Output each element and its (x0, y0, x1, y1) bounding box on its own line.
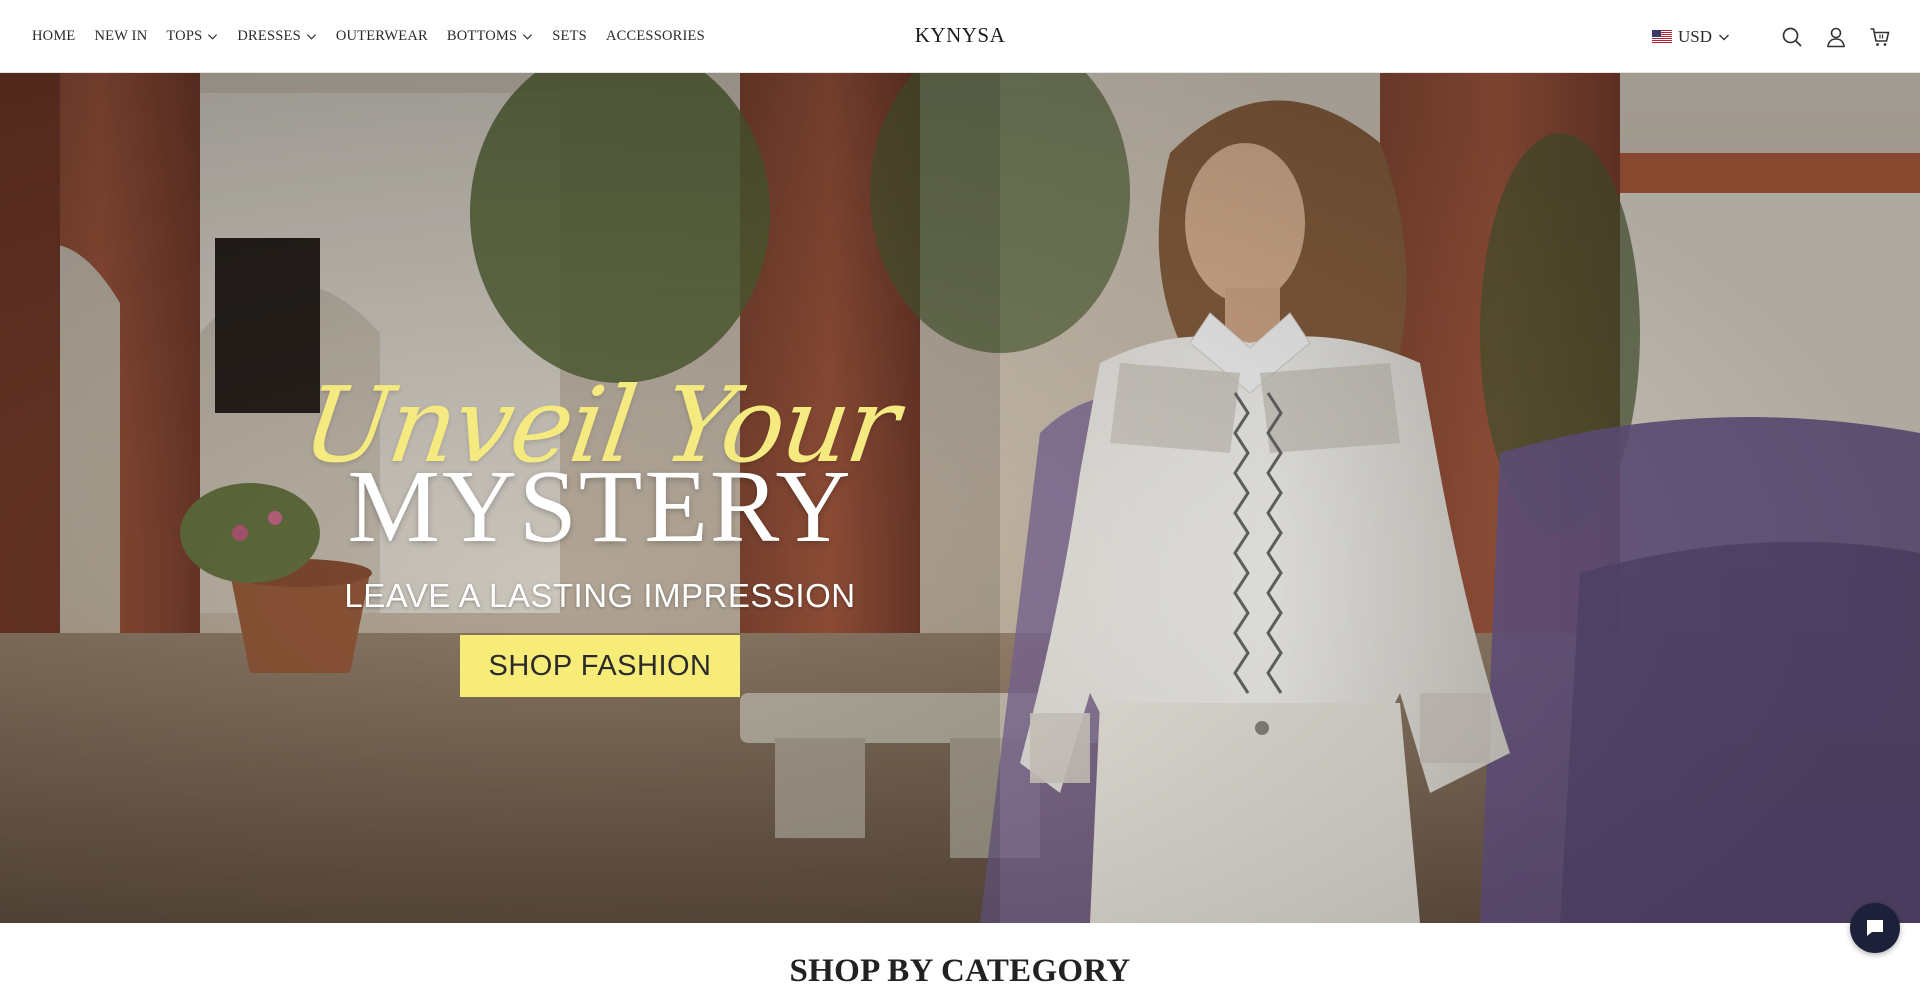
nav-item-label: NEW IN (94, 28, 148, 44)
nav-item-sets[interactable]: SETS (552, 28, 587, 45)
search-icon[interactable] (1780, 25, 1804, 49)
main-nav: HOME NEW IN TOPS DRESSES OUTERWEAR BOTTO… (32, 0, 724, 73)
cart-icon[interactable] (1868, 25, 1892, 49)
nav-item-outerwear[interactable]: OUTERWEAR (336, 28, 428, 45)
nav-item-new-in[interactable]: NEW IN (95, 28, 148, 45)
chat-icon (1867, 920, 1883, 936)
nav-item-accessories[interactable]: ACCESSORIES (606, 28, 705, 45)
nav-item-dresses[interactable]: DRESSES (237, 28, 316, 45)
hero-banner: Unveil Your MYSTERY LEAVE A LASTING IMPR… (0, 73, 1920, 923)
chevron-down-icon (523, 34, 533, 40)
currency-selector[interactable]: USD (1651, 26, 1730, 47)
account-icon[interactable] (1824, 25, 1848, 49)
chevron-down-icon (1719, 34, 1729, 40)
currency-label: USD (1677, 26, 1712, 46)
hero-text-block: Unveil Your MYSTERY LEAVE A LASTING IMPR… (296, 364, 904, 697)
nav-item-label: TOPS (166, 28, 203, 44)
nav-item-label: ACCESSORIES (605, 28, 705, 44)
nav-item-tops[interactable]: TOPS (166, 28, 218, 45)
nav-item-label: BOTTOMS (446, 28, 518, 44)
site-logo[interactable]: KYNYSA (915, 23, 1006, 47)
nav-item-label: SETS (552, 28, 587, 44)
nav-item-label: OUTERWEAR (335, 28, 428, 44)
nav-item-label: DRESSES (237, 28, 301, 44)
hero-tagline: LEAVE A LASTING IMPRESSION (344, 577, 856, 614)
shop-fashion-button[interactable]: SHOP FASHION (460, 635, 740, 697)
header-tools: USD (1651, 0, 1892, 73)
site-header: HOME NEW IN TOPS DRESSES OUTERWEAR BOTTO… (0, 0, 1920, 73)
nav-item-bottoms[interactable]: BOTTOMS (447, 28, 533, 45)
nav-item-home[interactable]: HOME (32, 28, 76, 45)
us-flag-icon (1651, 30, 1672, 43)
nav-item-label: HOME (32, 28, 76, 44)
hero-background-image (0, 73, 1920, 923)
shop-by-category-title: SHOP BY CATEGORY (789, 953, 1131, 989)
chevron-down-icon (208, 34, 218, 40)
hero-script-line: Unveil Your (295, 364, 905, 486)
chat-widget-button[interactable] (1850, 903, 1900, 953)
chevron-down-icon (306, 34, 316, 40)
